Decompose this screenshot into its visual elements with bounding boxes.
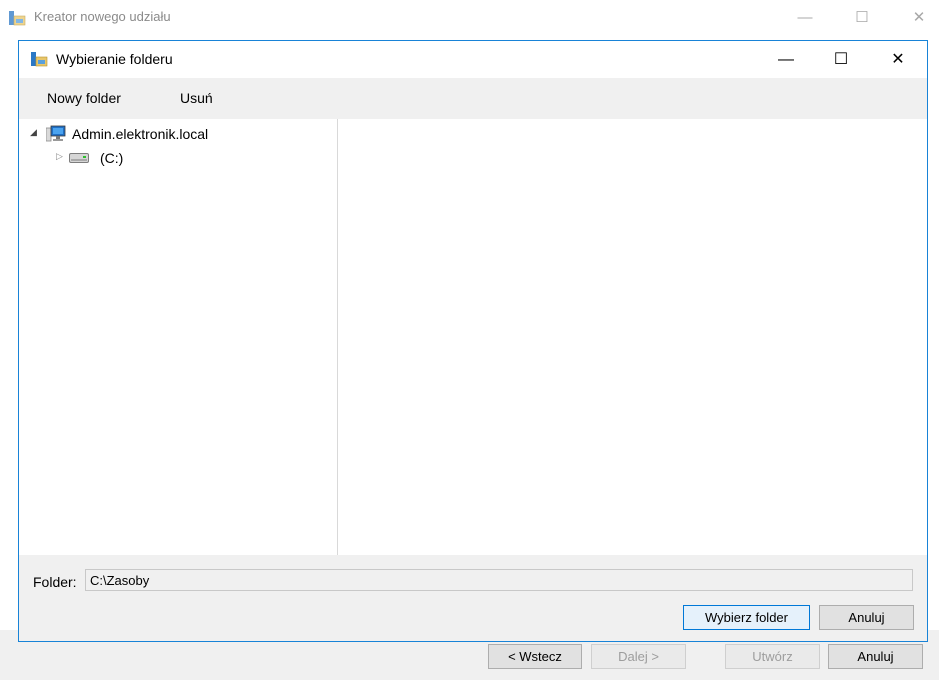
tree-item-drive-c[interactable]: ▷ (C:) xyxy=(19,148,337,168)
share-folder-icon xyxy=(31,52,48,67)
folder-tree[interactable]: ◢ Admin.elektronik.local ▷ (C:) xyxy=(19,119,338,555)
delete-button[interactable]: Usuń xyxy=(180,90,213,106)
new-folder-button[interactable]: Nowy folder xyxy=(47,90,121,106)
dialog-title: Wybieranie folderu xyxy=(56,51,173,67)
next-button[interactable]: Dalej > xyxy=(591,644,686,669)
dialog-bottom-panel: Folder: Wybierz folder Anuluj xyxy=(19,555,927,641)
minimize-icon[interactable]: — xyxy=(785,6,825,30)
tree-item-computer[interactable]: ◢ Admin.elektronik.local xyxy=(19,124,337,144)
wizard-titlebar: Kreator nowego udziału — ☐ ✕ xyxy=(0,0,939,36)
close-icon[interactable]: ✕ xyxy=(899,6,939,30)
dialog-cancel-button[interactable]: Anuluj xyxy=(819,605,914,630)
dialog-toolbar: Nowy folder Usuń xyxy=(19,78,927,119)
folder-path-field[interactable] xyxy=(85,569,913,591)
select-folder-dialog: Wybieranie folderu — ☐ ✕ Nowy folder Usu… xyxy=(18,40,928,642)
drive-icon xyxy=(69,153,89,163)
share-folder-icon xyxy=(9,11,26,26)
computer-icon xyxy=(46,125,66,142)
close-icon[interactable]: ✕ xyxy=(876,46,920,74)
wizard-title: Kreator nowego udziału xyxy=(34,9,171,24)
collapsed-arrow-icon[interactable]: ▷ xyxy=(56,151,63,162)
maximize-icon[interactable]: ☐ xyxy=(842,6,882,30)
dialog-titlebar: Wybieranie folderu — ☐ ✕ xyxy=(19,41,927,78)
back-button[interactable]: < Wstecz xyxy=(488,644,582,669)
create-button[interactable]: Utwórz xyxy=(725,644,820,669)
minimize-icon[interactable]: — xyxy=(764,46,808,74)
wizard-cancel-button[interactable]: Anuluj xyxy=(828,644,923,669)
folder-contents-pane[interactable] xyxy=(338,119,927,555)
select-folder-button[interactable]: Wybierz folder xyxy=(683,605,810,630)
tree-item-label: (C:) xyxy=(100,150,124,166)
expanded-arrow-icon[interactable]: ◢ xyxy=(30,127,37,138)
maximize-icon[interactable]: ☐ xyxy=(819,46,863,74)
folder-label: Folder: xyxy=(33,574,77,590)
tree-item-label: Admin.elektronik.local xyxy=(72,126,209,142)
